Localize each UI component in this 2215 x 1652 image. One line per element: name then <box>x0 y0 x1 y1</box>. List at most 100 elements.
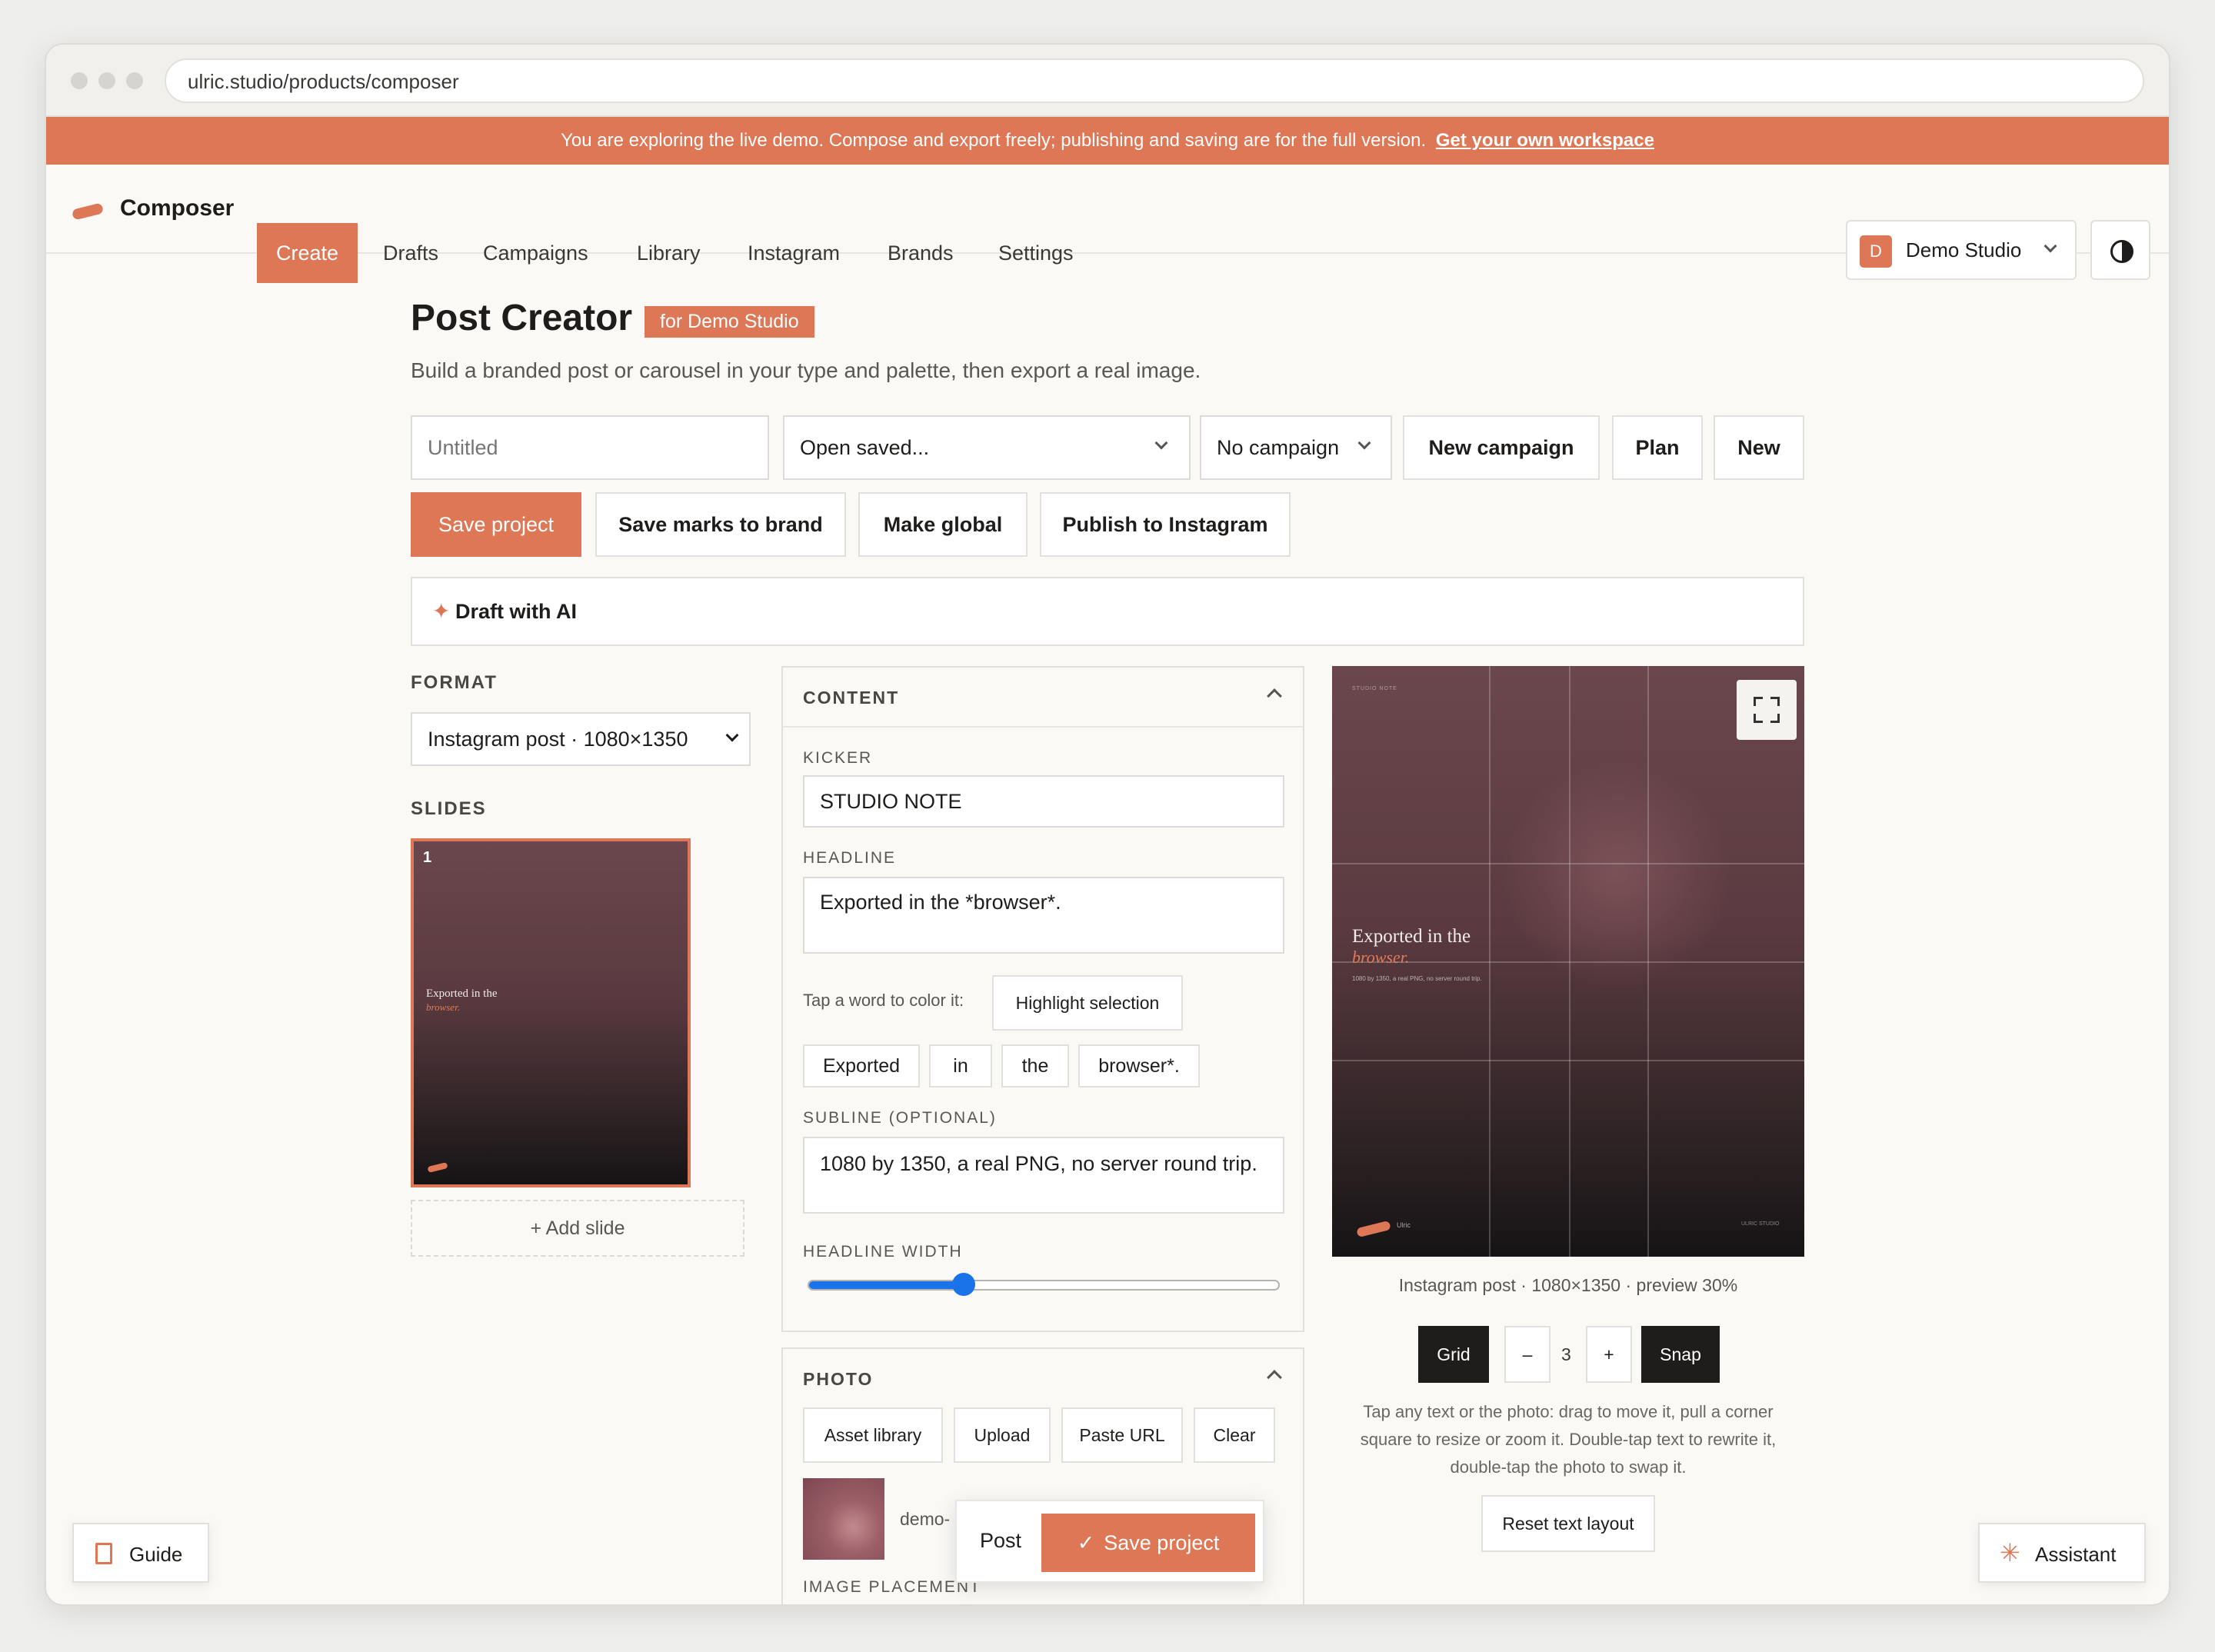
grid-count: 3 <box>1561 1344 1571 1364</box>
preview-subline[interactable]: 1080 by 1350, a real PNG, no server roun… <box>1352 975 1482 982</box>
tab-campaigns[interactable]: Campaigns <box>483 223 588 283</box>
tab-settings[interactable]: Settings <box>998 223 1074 283</box>
clear-button[interactable]: Clear <box>1194 1407 1275 1463</box>
format-value: Instagram post · 1080×1350 <box>428 728 688 751</box>
contrast-icon <box>2110 240 2133 263</box>
post-label: Post <box>980 1529 1022 1552</box>
draft-ai-bar[interactable]: ✦ Draft with AI <box>411 577 1804 646</box>
expand-icon <box>1754 697 1763 706</box>
headline-label: HEADLINE <box>803 849 897 867</box>
plan-button[interactable]: Plan <box>1612 415 1703 480</box>
photo-thumbnail[interactable] <box>803 1478 884 1560</box>
chevron-down-icon <box>1154 436 1168 450</box>
logo-icon <box>71 202 105 221</box>
grid-decrease-button[interactable]: – <box>1504 1326 1550 1383</box>
asset-library-button[interactable]: Asset library <box>803 1407 943 1463</box>
thumb-logo-icon <box>427 1161 448 1174</box>
new-button[interactable]: New <box>1714 415 1804 480</box>
save-marks-button[interactable]: Save marks to brand <box>595 492 846 557</box>
preview-accent[interactable]: browser. <box>1352 948 1409 968</box>
chevron-up-icon[interactable] <box>1267 688 1282 704</box>
browser-chrome: ulric.studio/products/composer <box>46 45 2169 117</box>
chevron-up-icon[interactable] <box>1267 1370 1282 1385</box>
slider-fill <box>809 1281 964 1289</box>
photo-file-name: demo- <box>900 1509 951 1529</box>
headline-width-slider[interactable] <box>808 1273 1280 1296</box>
theme-toggle[interactable] <box>2090 220 2150 280</box>
post-preview-canvas[interactable]: STUDIO NOTE Exported in the browser. 108… <box>1332 666 1804 1257</box>
grid-increase-button[interactable]: + <box>1586 1326 1632 1383</box>
headline-input[interactable]: Exported in the *browser*. <box>803 877 1284 954</box>
open-saved-select[interactable]: Open saved... <box>783 415 1191 480</box>
save-project-button[interactable]: Save project <box>411 492 581 557</box>
project-title-input[interactable] <box>411 415 769 480</box>
campaign-label: No campaign <box>1217 436 1340 459</box>
close-dot[interactable] <box>71 72 88 89</box>
new-campaign-button[interactable]: New campaign <box>1403 415 1600 480</box>
word-chip-the[interactable]: the <box>1001 1044 1069 1087</box>
page-subtitle: Build a branded post or carousel in your… <box>411 358 1201 382</box>
top-nav: Composer Create Drafts Campaigns Library… <box>46 165 2169 283</box>
subline-input[interactable]: 1080 by 1350, a real PNG, no server roun… <box>803 1137 1284 1214</box>
kicker-input[interactable]: STUDIO NOTE <box>803 775 1284 828</box>
preview-logo-icon <box>1356 1220 1391 1238</box>
assistant-button[interactable]: ✳ Assistant <box>1978 1523 2146 1583</box>
add-slide-button[interactable]: + Add slide <box>411 1200 744 1257</box>
preview-help-text: Tap any text or the photo: drag to move … <box>1360 1402 1777 1477</box>
slide-number: 1 <box>423 849 432 866</box>
tab-brands[interactable]: Brands <box>888 223 954 283</box>
kicker-label: KICKER <box>803 749 873 767</box>
word-chip-browser[interactable]: browser*. <box>1078 1044 1200 1087</box>
preview-brand: Ulric <box>1397 1221 1411 1229</box>
upload-button[interactable]: Upload <box>954 1407 1051 1463</box>
slide-thumbnail[interactable]: 1 Exported in the browser. <box>411 838 691 1187</box>
tab-library[interactable]: Library <box>637 223 701 283</box>
floating-save-button[interactable]: ✓ Save project <box>1041 1514 1255 1572</box>
photo-section-label: PHOTO <box>803 1369 874 1389</box>
tab-drafts[interactable]: Drafts <box>383 223 438 283</box>
make-global-button[interactable]: Make global <box>858 492 1028 557</box>
format-select[interactable]: Instagram post · 1080×1350 <box>411 712 751 766</box>
word-chip-exported[interactable]: Exported <box>803 1044 920 1087</box>
grid-toggle-button[interactable]: Grid <box>1418 1326 1489 1383</box>
workspace-link[interactable]: Get your own workspace <box>1436 130 1654 151</box>
content-panel: CONTENT KICKER STUDIO NOTE HEADLINE Expo… <box>781 666 1304 1332</box>
minimize-dot[interactable] <box>98 72 115 89</box>
address-bar[interactable]: ulric.studio/products/composer <box>165 58 2144 103</box>
open-saved-label: Open saved... <box>800 436 930 459</box>
page-title: Post Creator <box>411 298 633 338</box>
word-chip-in[interactable]: in <box>929 1044 992 1087</box>
check-icon: ✓ <box>1077 1531 1095 1554</box>
brand-switcher[interactable]: D Demo Studio <box>1846 220 2077 280</box>
tab-create[interactable]: Create <box>257 223 358 283</box>
guide-button[interactable]: Guide <box>72 1523 209 1583</box>
preview-kicker[interactable]: STUDIO NOTE <box>1352 686 1397 691</box>
thumb-accent: browser. <box>426 1001 460 1013</box>
publish-instagram-button[interactable]: Publish to Instagram <box>1040 492 1291 557</box>
snap-toggle-button[interactable]: Snap <box>1641 1326 1720 1383</box>
expand-icon <box>1770 697 1780 706</box>
reset-text-layout-button[interactable]: Reset text layout <box>1481 1495 1655 1552</box>
preview-headline[interactable]: Exported in the <box>1352 926 1471 948</box>
thumb-headline: Exported in the <box>426 988 498 1000</box>
slides-label: SLIDES <box>411 798 487 819</box>
highlight-selection-button[interactable]: Highlight selection <box>992 975 1183 1031</box>
paste-url-button[interactable]: Paste URL <box>1061 1407 1183 1463</box>
content-section-label: CONTENT <box>803 688 900 708</box>
fullscreen-button[interactable] <box>1737 680 1797 740</box>
sparkle-icon: ✦ <box>432 599 451 623</box>
brand-badge: for Demo Studio <box>645 306 814 338</box>
draft-ai-label: Draft with AI <box>455 600 577 623</box>
tap-hint: Tap a word to color it: <box>803 991 964 1010</box>
tab-instagram[interactable]: Instagram <box>748 223 840 283</box>
chevron-down-icon <box>1357 436 1371 450</box>
slider-handle[interactable] <box>952 1273 976 1296</box>
chevron-down-icon <box>725 728 739 742</box>
maximize-dot[interactable] <box>126 72 143 89</box>
photo-glow <box>1501 758 1732 989</box>
campaign-select[interactable]: No campaign <box>1200 415 1392 480</box>
expand-icon <box>1754 714 1763 723</box>
book-icon <box>95 1543 112 1564</box>
floating-save-bar: Post ✓ Save project <box>955 1500 1264 1583</box>
content-divider <box>783 726 1303 728</box>
